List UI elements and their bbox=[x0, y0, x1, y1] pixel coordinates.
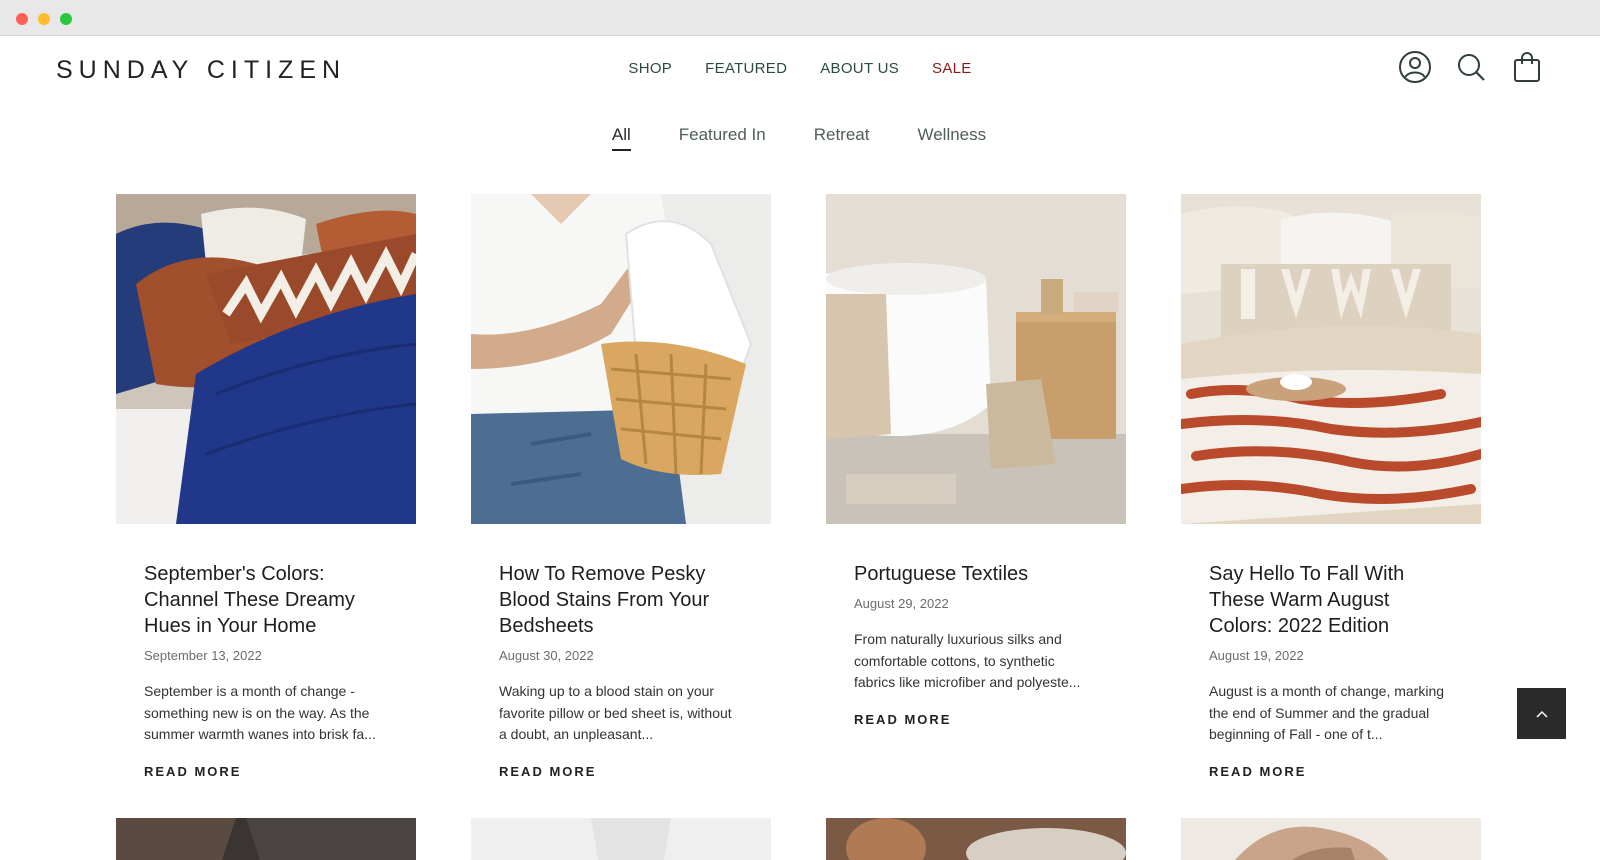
filter-tab-all[interactable]: All bbox=[611, 125, 631, 151]
post-image-partial[interactable] bbox=[471, 818, 771, 860]
read-more-link[interactable]: READ MORE bbox=[1209, 764, 1306, 779]
nav-sale[interactable]: SALE bbox=[932, 60, 972, 77]
post-image[interactable] bbox=[826, 194, 1126, 524]
post-excerpt: September is a month of change - somethi… bbox=[144, 683, 376, 742]
post-body: Portuguese Textiles August 29, 2022 From… bbox=[826, 524, 1126, 729]
post-excerpt: Waking up to a blood stain on your favor… bbox=[499, 683, 732, 742]
post-date: August 30, 2022 bbox=[499, 648, 594, 663]
shopping-bag-icon[interactable] bbox=[1510, 50, 1544, 84]
post-title[interactable]: Say Hello To Fall With These Warm August… bbox=[1209, 561, 1453, 639]
blog-post-card: September's Colors: Channel These Dreamy… bbox=[116, 194, 416, 781]
blog-page: SUNDAY CITIZEN SHOP FEATURED ABOUT US SA… bbox=[0, 36, 1600, 860]
search-icon[interactable] bbox=[1454, 50, 1488, 84]
post-image[interactable] bbox=[471, 194, 771, 524]
post-body: September's Colors: Channel These Dreamy… bbox=[116, 524, 416, 781]
blog-post-card: Portuguese Textiles August 29, 2022 From… bbox=[826, 194, 1126, 729]
nav-about-us[interactable]: ABOUT US bbox=[820, 60, 899, 77]
nav-shop[interactable]: SHOP bbox=[628, 60, 672, 77]
post-image-partial[interactable] bbox=[1181, 818, 1481, 860]
post-date: August 19, 2022 bbox=[1209, 648, 1304, 663]
blog-post-card: Say Hello To Fall With These Warm August… bbox=[1181, 194, 1481, 781]
maximize-window-button[interactable] bbox=[60, 13, 72, 25]
filter-tab-featured-in[interactable]: Featured In bbox=[679, 125, 766, 151]
post-image-partial[interactable] bbox=[116, 818, 416, 860]
post-excerpt: August is a month of change, marking the… bbox=[1209, 683, 1445, 742]
post-image-partial[interactable] bbox=[826, 818, 1126, 860]
read-more-link[interactable]: READ MORE bbox=[854, 712, 951, 727]
post-image[interactable] bbox=[116, 194, 416, 524]
main-nav: SHOP FEATURED ABOUT US SALE bbox=[0, 60, 1600, 77]
chevron-up-icon bbox=[1535, 705, 1548, 723]
post-title[interactable]: How To Remove Pesky Blood Stains From Yo… bbox=[499, 561, 743, 639]
account-icon[interactable] bbox=[1398, 50, 1432, 84]
header-icons bbox=[1398, 50, 1544, 84]
read-more-link[interactable]: READ MORE bbox=[144, 764, 241, 779]
post-title[interactable]: Portuguese Textiles bbox=[854, 561, 1098, 587]
post-image[interactable] bbox=[1181, 194, 1481, 524]
back-to-top-button[interactable] bbox=[1517, 688, 1566, 739]
post-body: Say Hello To Fall With These Warm August… bbox=[1181, 524, 1481, 781]
post-date: September 13, 2022 bbox=[144, 648, 262, 663]
window-titlebar bbox=[0, 0, 1600, 36]
post-title[interactable]: September's Colors: Channel These Dreamy… bbox=[144, 561, 388, 639]
post-date: August 29, 2022 bbox=[854, 596, 949, 611]
blog-filter-tabs: All Featured In Retreat Wellness bbox=[0, 125, 1600, 151]
close-window-button[interactable] bbox=[16, 13, 28, 25]
nav-featured[interactable]: FEATURED bbox=[705, 60, 787, 77]
filter-tab-retreat[interactable]: Retreat bbox=[814, 125, 870, 151]
blog-post-card: How To Remove Pesky Blood Stains From Yo… bbox=[471, 194, 771, 781]
filter-tab-wellness[interactable]: Wellness bbox=[917, 125, 986, 151]
post-body: How To Remove Pesky Blood Stains From Yo… bbox=[471, 524, 771, 781]
browser-window: SUNDAY CITIZEN SHOP FEATURED ABOUT US SA… bbox=[0, 0, 1600, 860]
minimize-window-button[interactable] bbox=[38, 13, 50, 25]
read-more-link[interactable]: READ MORE bbox=[499, 764, 596, 779]
post-excerpt: From naturally luxurious silks and comfo… bbox=[854, 631, 1081, 690]
